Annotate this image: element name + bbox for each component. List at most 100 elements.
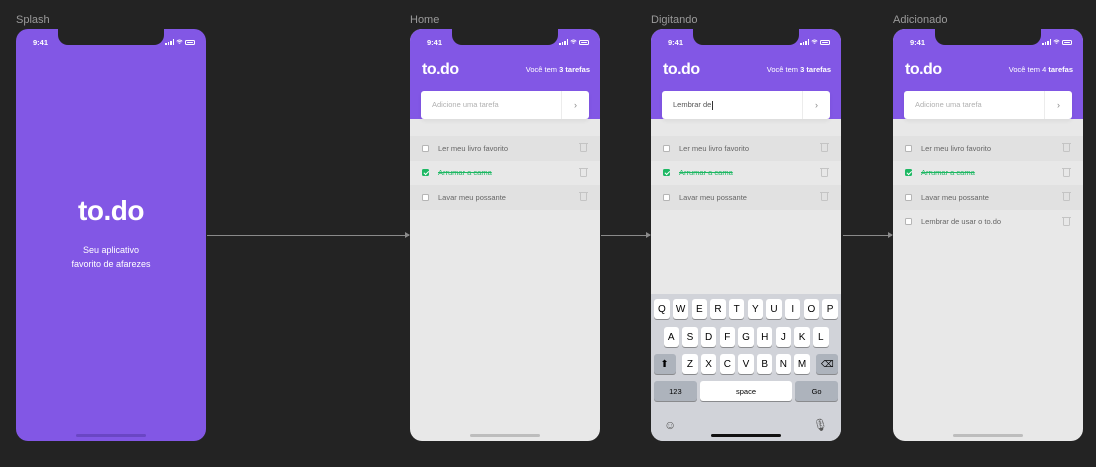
key-n[interactable]: N — [775, 354, 792, 374]
task-item[interactable]: Arrumar a cama — [893, 161, 1083, 186]
shift-key[interactable]: ⬆ — [653, 354, 676, 374]
task-checkbox[interactable] — [905, 169, 912, 177]
trash-icon[interactable] — [579, 143, 588, 152]
task-checkbox[interactable] — [663, 144, 670, 152]
new-task-form: Adicione uma tarefa › — [421, 91, 589, 119]
task-counter: Você tem 4 tarefas — [1009, 65, 1073, 74]
task-list: Ler meu livro favorito Arrumar a cama La… — [651, 136, 841, 210]
numbers-key[interactable]: 123 — [653, 381, 698, 401]
key-j[interactable]: J — [775, 327, 792, 347]
task-item[interactable]: Ler meu livro favorito — [651, 136, 841, 161]
task-checkbox[interactable] — [905, 193, 912, 201]
trash-icon[interactable] — [1062, 216, 1071, 226]
key-k[interactable]: K — [794, 327, 810, 347]
battery-icon — [820, 39, 830, 45]
emoji-icon[interactable]: ☺ — [664, 418, 676, 432]
wifi-icon — [570, 39, 577, 44]
task-checkbox[interactable] — [422, 144, 429, 152]
task-item[interactable]: Arrumar a cama — [410, 161, 600, 186]
task-counter: Você tem 3 tarefas — [526, 65, 590, 74]
trash-icon[interactable] — [579, 167, 588, 177]
app-logo: to.do — [422, 61, 459, 78]
task-checkbox[interactable] — [663, 169, 670, 177]
tagline-line-1: Seu aplicativo — [82, 245, 140, 255]
submit-button[interactable]: › — [1044, 91, 1072, 119]
key-e[interactable]: E — [691, 299, 708, 319]
splash-logo: to.do — [78, 195, 144, 226]
task-item[interactable]: Lavar meu possante — [893, 185, 1083, 210]
task-item[interactable]: Ler meu livro favorito — [893, 136, 1083, 161]
key-m[interactable]: M — [794, 354, 810, 374]
submit-button[interactable]: › — [561, 91, 589, 119]
submit-button[interactable]: › — [802, 91, 830, 119]
key-t[interactable]: T — [728, 299, 745, 319]
key-b[interactable]: B — [756, 354, 773, 374]
key-g[interactable]: G — [738, 327, 754, 347]
key-w[interactable]: W — [672, 299, 689, 319]
counter-prefix: Você tem — [1008, 65, 1041, 74]
key-d[interactable]: D — [700, 327, 717, 347]
key-z[interactable]: Z — [682, 354, 698, 374]
key-q[interactable]: Q — [654, 299, 670, 319]
task-label: Arrumar a cama — [921, 168, 975, 178]
app-logo: to.do — [905, 61, 942, 78]
task-item[interactable]: Lavar meu possante — [410, 185, 600, 210]
key-s[interactable]: S — [682, 327, 698, 347]
key-p[interactable]: P — [822, 299, 838, 319]
task-item[interactable]: Arrumar a cama — [651, 161, 841, 186]
new-task-input[interactable]: Lembrar de — [662, 91, 802, 119]
trash-icon[interactable] — [1062, 192, 1071, 201]
microphone-icon[interactable]: 🎙 — [813, 418, 828, 432]
trash-icon[interactable] — [1062, 143, 1071, 152]
task-checkbox[interactable] — [905, 144, 912, 152]
task-counter: Você tem 3 tarefas — [767, 65, 831, 74]
task-checkbox[interactable] — [905, 218, 912, 226]
trash-icon[interactable] — [1062, 167, 1071, 177]
added-screen: to.do Você tem 4 tarefas 9:41 Adicione u… — [893, 29, 1083, 441]
trash-icon[interactable] — [579, 192, 588, 201]
signal-icon — [1042, 39, 1051, 45]
key-y[interactable]: Y — [747, 299, 764, 319]
task-checkbox[interactable] — [422, 193, 429, 201]
trash-icon[interactable] — [820, 167, 829, 177]
new-task-form: Adicione uma tarefa › — [904, 91, 1072, 119]
splash-screen: 9:41 to.do Seu aplicativo favorito de af… — [16, 29, 206, 441]
splash-tagline: Seu aplicativo favorito de afarezes — [16, 243, 206, 271]
key-a[interactable]: A — [663, 327, 679, 347]
task-checkbox[interactable] — [663, 193, 670, 201]
key-c[interactable]: C — [719, 354, 736, 374]
trash-icon[interactable] — [820, 143, 829, 152]
key-r[interactable]: R — [710, 299, 726, 319]
signal-icon — [165, 39, 174, 45]
task-item[interactable]: Lembrar de usar o to.do — [893, 210, 1083, 235]
key-u[interactable]: U — [766, 299, 782, 319]
key-l[interactable]: L — [813, 327, 829, 347]
key-i[interactable]: I — [784, 299, 801, 319]
key-x[interactable]: X — [700, 354, 717, 374]
key-f[interactable]: F — [719, 327, 736, 347]
flow-arrow — [843, 232, 893, 238]
task-item[interactable]: Ler meu livro favorito — [410, 136, 600, 161]
backspace-key[interactable]: ⌫ — [816, 354, 839, 374]
task-checkbox[interactable] — [422, 169, 429, 177]
new-task-form: Lembrar de › — [662, 91, 830, 119]
new-task-input[interactable]: Adicione uma tarefa — [904, 91, 1044, 119]
counter-word: tarefas — [1048, 65, 1073, 74]
task-item[interactable]: Lavar meu possante — [651, 185, 841, 210]
task-label: Arrumar a cama — [438, 168, 492, 178]
go-key[interactable]: Go — [794, 381, 839, 401]
home-indicator — [76, 434, 146, 437]
new-task-input[interactable]: Adicione uma tarefa — [421, 91, 561, 119]
chevron-right-icon: › — [1057, 100, 1060, 110]
key-o[interactable]: O — [803, 299, 820, 319]
space-key[interactable]: space — [700, 381, 792, 401]
home-indicator — [470, 434, 540, 437]
key-v[interactable]: V — [738, 354, 754, 374]
key-h[interactable]: H — [756, 327, 773, 347]
status-time: 9:41 — [668, 38, 684, 47]
status-time: 9:41 — [427, 38, 443, 47]
trash-icon[interactable] — [820, 192, 829, 201]
home-indicator — [953, 434, 1023, 437]
app-logo: to.do — [663, 61, 700, 78]
backspace-icon: ⌫ — [821, 358, 834, 369]
